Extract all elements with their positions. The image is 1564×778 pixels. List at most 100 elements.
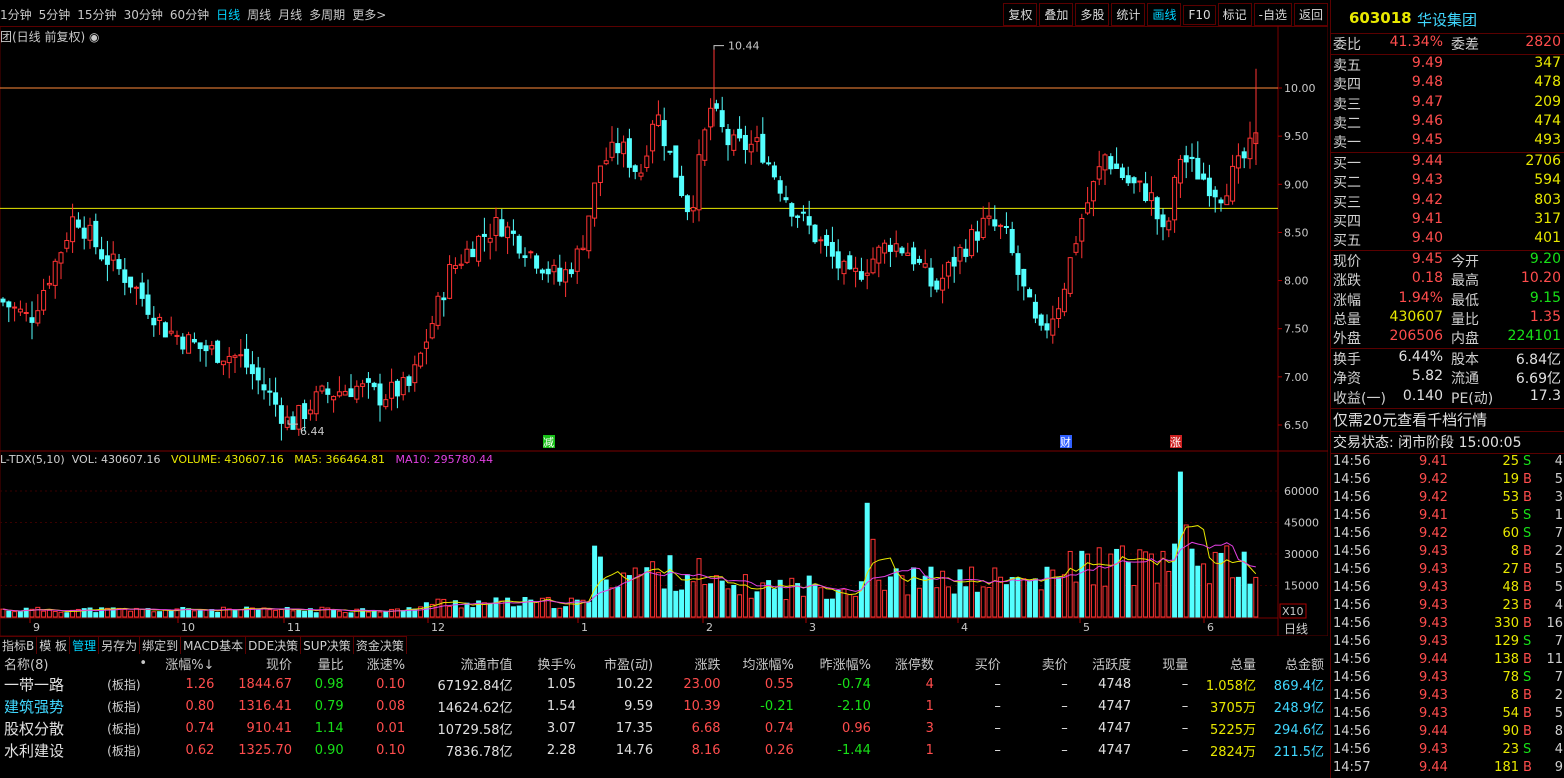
event-tag[interactable]: 财 <box>1060 435 1071 449</box>
quote-value: 9.49 <box>1411 55 1443 72</box>
period-tab[interactable]: 月线 <box>278 8 302 22</box>
column-header[interactable]: • <box>103 653 151 673</box>
column-header[interactable]: 换手% <box>517 653 580 673</box>
candle-body <box>255 367 261 381</box>
period-tab[interactable]: 周线 <box>247 8 271 22</box>
column-header[interactable]: 市盈(动) <box>580 653 657 673</box>
table-row[interactable]: 建筑强势 (板指) 0.80 1316.41 0.79 0.08 14624.62亿 1.54… <box>0 695 1328 717</box>
volume-value: VOLUME: 430607.16 <box>171 453 284 466</box>
candle-body <box>365 378 371 383</box>
column-header[interactable]: 量比 <box>296 653 348 673</box>
column-header[interactable]: 卖价 <box>1005 653 1072 673</box>
volume-bar <box>713 575 719 618</box>
tick-time: 14:56 <box>1333 651 1371 667</box>
indicator-tab[interactable]: SUP决策 <box>301 637 354 654</box>
tool-button[interactable]: 标记 <box>1217 3 1252 26</box>
tool-button[interactable]: F10 <box>1183 5 1216 25</box>
candle-body <box>661 120 667 147</box>
event-tag[interactable]: 减 <box>543 436 554 449</box>
kline-chart[interactable]: 10.00 9.50 9.00 8.50 8.00 7.50 7.00 6.50 10.44 6.… <box>0 26 1328 636</box>
candle-body <box>1114 163 1120 169</box>
indicator-tab[interactable]: 管理 <box>70 637 100 654</box>
tool-button[interactable]: 多股 <box>1075 3 1110 26</box>
table-row[interactable]: 股权分散 (板指) 0.74 910.41 1.14 0.01 10729.58亿 3.07 1… <box>0 717 1328 739</box>
column-header[interactable]: 买价 <box>938 653 1005 673</box>
indicator-tab[interactable]: 指标B <box>0 637 38 654</box>
column-header[interactable]: 名称(8) <box>0 653 103 673</box>
table-row[interactable]: 水利建设 (板指) 0.62 1325.70 0.90 0.10 7836.78亿 2.28 1… <box>0 739 1328 761</box>
tool-button[interactable]: 画线 <box>1147 3 1182 26</box>
quote-label: 现价 <box>1333 254 1361 271</box>
indicator-tab[interactable]: 另存为 <box>99 637 141 654</box>
tick-volume: 181 <box>1494 759 1519 775</box>
candle-body <box>574 248 580 272</box>
volume-bar <box>818 587 824 618</box>
tool-button[interactable]: 复权 <box>1003 3 1038 26</box>
column-header[interactable]: 均涨幅% <box>725 653 798 673</box>
candle-body <box>1015 253 1021 275</box>
candle-body <box>1195 157 1201 180</box>
volume-bar <box>847 594 853 618</box>
stock-name[interactable]: 华设集团 <box>1417 9 1477 30</box>
period-tab[interactable]: 5分钟 <box>39 8 71 22</box>
period-tab[interactable]: 更多> <box>352 8 386 22</box>
column-header[interactable]: 昨涨幅% <box>798 653 875 673</box>
column-header[interactable]: 流通市值 <box>409 653 516 673</box>
period-tab[interactable]: 多周期 <box>309 8 345 22</box>
column-header[interactable]: 现量 <box>1135 653 1192 673</box>
candle-body <box>771 165 777 178</box>
candle-body <box>0 298 6 303</box>
column-header[interactable]: 涨跌 <box>657 653 724 673</box>
tick-row: 14:56 9.43 129 S 7 <box>1331 634 1564 652</box>
tick-time: 14:56 <box>1333 597 1371 613</box>
indicator-tab[interactable]: 资金决策 <box>354 637 407 654</box>
quote-value: 9.43 <box>1411 172 1443 189</box>
column-header[interactable]: 涨速% <box>348 653 409 673</box>
candle-body <box>215 340 221 363</box>
period-label[interactable]: 日线 <box>1284 620 1308 637</box>
event-tag[interactable]: 涨 <box>1170 436 1181 449</box>
volume-bar <box>35 606 41 618</box>
cell-vr: 0.98 <box>314 676 344 692</box>
tick-time: 14:56 <box>1333 741 1371 757</box>
tool-button[interactable]: -自选 <box>1253 3 1292 26</box>
period-tab[interactable]: 1分钟 <box>0 8 32 22</box>
trade-status: 交易状态: 闭市阶段 15:00:05 <box>1333 434 1522 451</box>
candle-body <box>847 255 853 270</box>
indicator-tab[interactable]: 绑定到 <box>140 637 182 654</box>
tool-button[interactable]: 统计 <box>1111 3 1146 26</box>
tool-button[interactable]: 叠加 <box>1039 3 1074 26</box>
indicator-tab[interactable]: 模 板 <box>37 637 71 654</box>
column-header[interactable]: 活跃度 <box>1072 653 1135 673</box>
volume-bar <box>23 607 29 618</box>
quote-value: 347 <box>1534 55 1561 72</box>
column-header[interactable]: 总金额 <box>1260 653 1328 673</box>
volume-bar <box>1137 549 1143 618</box>
column-header[interactable]: 总量 <box>1192 653 1260 673</box>
period-tab[interactable]: 15分钟 <box>77 8 116 22</box>
indicator-tab[interactable]: DDE决策 <box>246 637 302 654</box>
column-header[interactable]: 涨停数 <box>875 653 938 673</box>
column-header[interactable]: 现价 <box>218 653 296 673</box>
period-tab[interactable]: 60分钟 <box>170 8 209 22</box>
table-row[interactable]: 一带一路 (板指) 1.26 1844.67 0.98 0.10 67192.84亿 1.05… <box>0 673 1328 695</box>
volume-bar <box>609 587 615 618</box>
period-tab[interactable]: 30分钟 <box>124 8 163 22</box>
quote-value: 9.45 <box>1411 251 1443 268</box>
tick-count: 4 <box>1554 597 1563 613</box>
quote-value: 317 <box>1534 210 1561 227</box>
period-tab[interactable]: 日线 <box>216 8 240 22</box>
candle-body <box>713 103 719 109</box>
tick-side: S <box>1523 669 1532 685</box>
candle-body <box>1073 243 1079 253</box>
tick-count: 4 <box>1554 741 1563 757</box>
volume-bar <box>255 608 261 618</box>
tick-row: 14:56 9.43 78 S 7 <box>1331 670 1564 688</box>
tool-button[interactable]: 返回 <box>1293 3 1328 26</box>
tick-price: 9.43 <box>1419 687 1448 703</box>
tick-volume: 8 <box>1510 687 1519 703</box>
indicator-tab[interactable]: MACD基本 <box>181 637 247 654</box>
promo-text[interactable]: 仅需20元查看千档行情 <box>1333 409 1564 429</box>
column-header[interactable]: 涨幅%↓ <box>151 653 218 673</box>
candle-body <box>534 255 540 269</box>
